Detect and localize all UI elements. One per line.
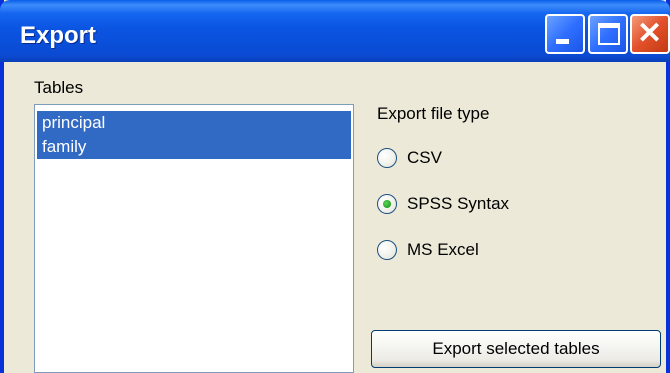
tables-label: Tables xyxy=(34,78,84,97)
radio-button-icon[interactable] xyxy=(377,148,397,168)
title-bar[interactable]: Export ✕ xyxy=(0,0,670,62)
radio-dot-icon xyxy=(383,200,391,208)
export-selected-tables-button[interactable]: Export selected tables xyxy=(371,330,661,368)
close-icon: ✕ xyxy=(637,17,663,50)
radio-button-icon[interactable] xyxy=(377,240,397,260)
radio-label-excel: MS Excel xyxy=(407,240,479,259)
tables-listbox[interactable]: principal family xyxy=(34,104,354,373)
radio-label-csv: CSV xyxy=(407,148,442,167)
minimize-icon xyxy=(556,39,569,44)
list-item-principal[interactable]: principal xyxy=(37,111,351,135)
maximize-button[interactable] xyxy=(588,14,628,54)
minimize-button[interactable] xyxy=(545,14,585,54)
list-item-family[interactable]: family xyxy=(37,135,351,159)
maximize-icon xyxy=(598,23,620,45)
radio-button-selected-icon[interactable] xyxy=(377,194,397,214)
export-file-type-label: Export file type xyxy=(377,104,490,123)
radio-ms-excel[interactable]: MS Excel xyxy=(377,238,479,262)
close-button[interactable]: ✕ xyxy=(630,14,670,54)
window-title: Export xyxy=(20,22,97,49)
export-window: Export ✕ Tables principal family Export … xyxy=(0,0,670,373)
radio-csv[interactable]: CSV xyxy=(377,146,442,170)
radio-label-spss: SPSS Syntax xyxy=(407,194,510,213)
radio-spss-syntax[interactable]: SPSS Syntax xyxy=(377,192,509,216)
